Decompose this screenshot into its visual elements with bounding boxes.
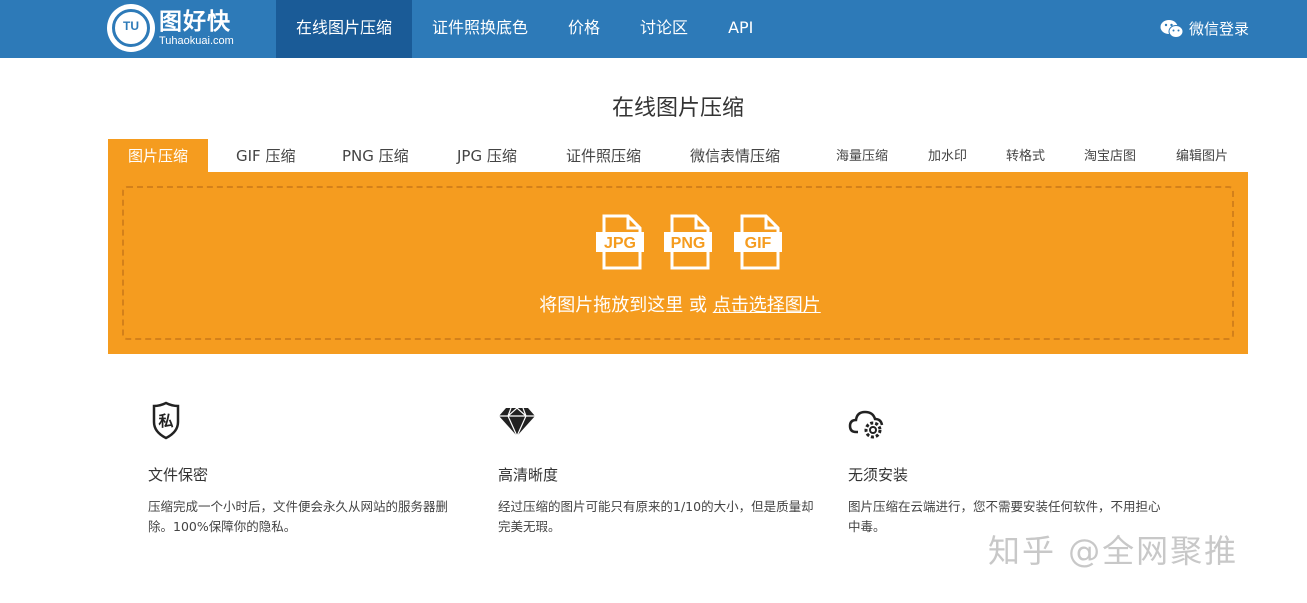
logo-title: 图好快 bbox=[159, 8, 231, 35]
tab-gif-compress[interactable]: GIF 压缩 bbox=[236, 139, 295, 172]
tab-wechat-sticker-compress[interactable]: 微信表情压缩 bbox=[690, 139, 780, 172]
tab-edit-image[interactable]: 编辑图片 bbox=[1176, 139, 1228, 172]
svg-text:JPG: JPG bbox=[604, 235, 636, 252]
tab-bulk-compress[interactable]: 海量压缩 bbox=[836, 139, 888, 172]
jpg-file-icon: JPG bbox=[596, 214, 646, 270]
svg-text:PNG: PNG bbox=[671, 235, 706, 252]
main-nav: 在线图片压缩 证件照换底色 价格 讨论区 API bbox=[276, 0, 773, 58]
nav-item-api[interactable]: API bbox=[708, 0, 773, 58]
feature-description: 压缩完成一个小时后，文件便会永久从网站的服务器删除。100%保障你的隐私。 bbox=[148, 499, 449, 534]
file-type-icons: JPG PNG GIF bbox=[588, 214, 788, 270]
drop-instructions: 将图片拖放到这里 或 点击选择图片 bbox=[124, 291, 1236, 317]
upload-panel: JPG PNG GIF 将图片拖放到这里 或 点击选择图片 bbox=[108, 172, 1248, 354]
shield-private-icon: 私 bbox=[152, 401, 180, 440]
feature-title: 文件保密 bbox=[148, 466, 209, 484]
svg-text:GIF: GIF bbox=[745, 235, 772, 252]
tab-image-compress[interactable]: 图片压缩 bbox=[108, 139, 209, 172]
diamond-icon bbox=[499, 407, 535, 438]
feature-description: 经过压缩的图片可能只有原来的1/10的大小，但是质量却完美无瑕。 bbox=[498, 499, 814, 534]
top-navigation-bar: TU 图好快 Tuhaokuai.com 在线图片压缩 证件照换底色 价格 讨论… bbox=[0, 0, 1307, 58]
site-logo[interactable]: TU 图好快 Tuhaokuai.com bbox=[107, 2, 257, 54]
drop-text: 将图片拖放到这里 或 bbox=[539, 295, 707, 316]
nav-item-id-photo-background[interactable]: 证件照换底色 bbox=[412, 0, 548, 58]
wechat-login-button[interactable]: 微信登录 bbox=[1160, 0, 1249, 58]
nav-item-forum[interactable]: 讨论区 bbox=[620, 0, 708, 58]
gif-file-icon: GIF bbox=[734, 214, 784, 270]
nav-item-pricing[interactable]: 价格 bbox=[548, 0, 620, 58]
svg-text:私: 私 bbox=[157, 412, 173, 430]
zhihu-watermark: 知乎 @全网聚推 bbox=[988, 532, 1239, 570]
feature-clarity: 高清晰度 经过压缩的图片可能只有原来的1/10的大小，但是质量却完美无瑕。 bbox=[498, 400, 818, 537]
tab-id-photo-compress[interactable]: 证件照压缩 bbox=[566, 139, 641, 172]
compress-tabs: 图片压缩 GIF 压缩 PNG 压缩 JPG 压缩 证件照压缩 微信表情压缩 海… bbox=[108, 139, 1248, 172]
logo-domain: Tuhaokuai.com bbox=[159, 34, 234, 47]
tab-taobao-store-image[interactable]: 淘宝店图 bbox=[1084, 139, 1136, 172]
cloud-gear-icon bbox=[848, 410, 884, 439]
feature-title: 无须安装 bbox=[848, 466, 909, 484]
png-file-icon: PNG bbox=[664, 214, 714, 270]
feature-no-install: 无须安装 图片压缩在云端进行，您不需要安装任何软件，不用担心中毒。 bbox=[848, 400, 1168, 537]
tab-convert-format[interactable]: 转格式 bbox=[1006, 139, 1045, 172]
tab-png-compress[interactable]: PNG 压缩 bbox=[342, 139, 409, 172]
page-title: 在线图片压缩 bbox=[611, 96, 744, 121]
nav-item-image-compress[interactable]: 在线图片压缩 bbox=[276, 0, 413, 58]
image-dropzone[interactable]: JPG PNG GIF 将图片拖放到这里 或 点击选择图片 bbox=[122, 186, 1234, 340]
choose-image-link[interactable]: 点击选择图片 bbox=[713, 295, 821, 316]
tab-jpg-compress[interactable]: JPG 压缩 bbox=[457, 139, 517, 172]
login-label: 微信登录 bbox=[1188, 20, 1249, 38]
tab-watermark[interactable]: 加水印 bbox=[928, 139, 967, 172]
wechat-icon bbox=[1160, 20, 1184, 38]
logo-mark-icon: TU bbox=[107, 4, 155, 52]
feature-title: 高清晰度 bbox=[498, 466, 559, 484]
feature-privacy: 私 文件保密 压缩完成一个小时后，文件便会永久从网站的服务器删除。100%保障你… bbox=[148, 400, 468, 537]
